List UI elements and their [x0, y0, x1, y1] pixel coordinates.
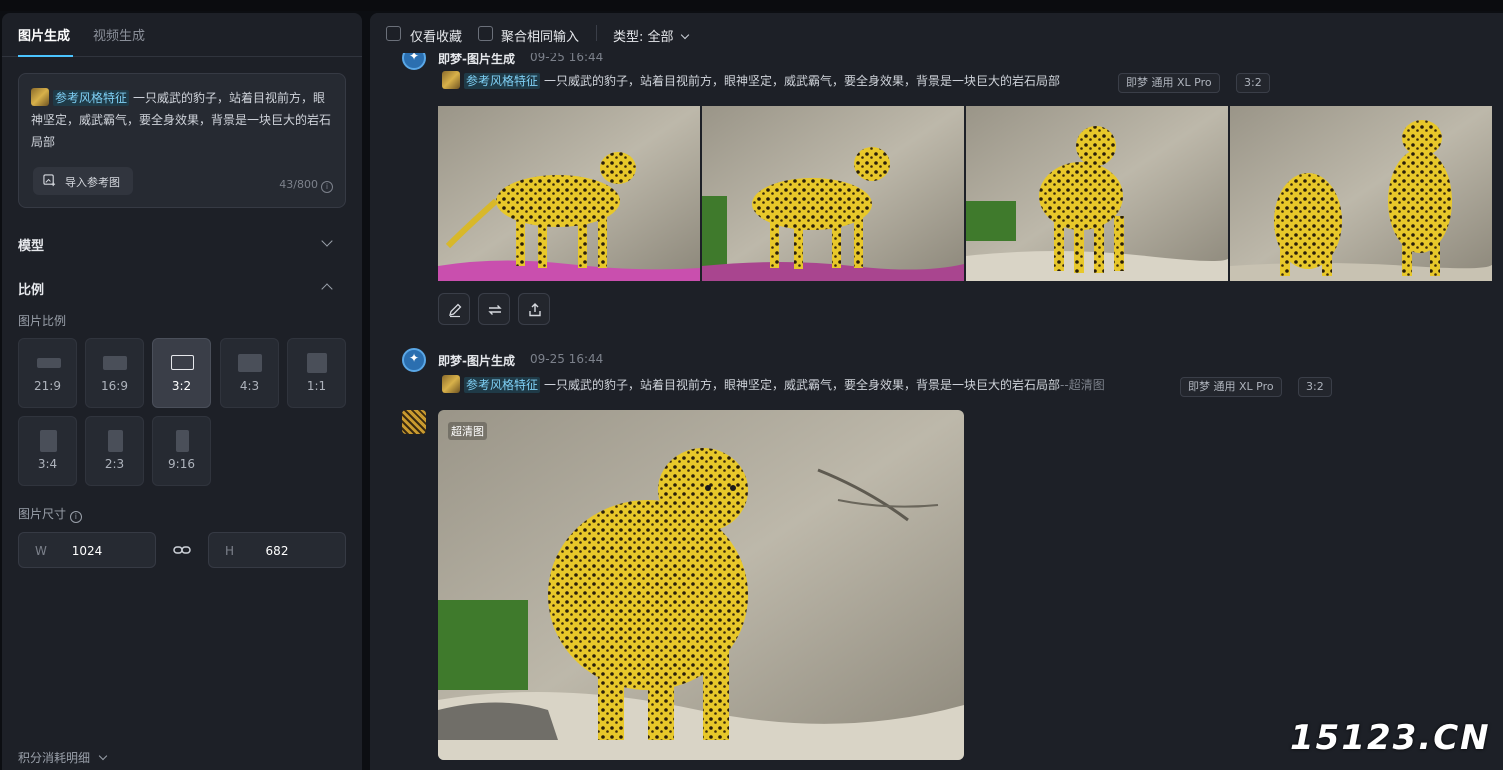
edit-button[interactable] [438, 293, 470, 325]
prompt-suffix: --超清图 [1060, 378, 1105, 392]
ratio-option-3-2[interactable]: 3:2 [152, 338, 211, 408]
generated-image-3[interactable] [966, 106, 1228, 281]
size-title: 图片尺寸 [18, 507, 67, 521]
tab-image-generation[interactable]: 图片生成 [18, 25, 70, 44]
ratio-shape [40, 430, 57, 452]
height-value: 682 [265, 544, 289, 558]
reference-image-thumbnail [442, 71, 460, 89]
link-icon[interactable] [173, 541, 191, 559]
top-strip [0, 0, 1503, 11]
chevron-down-icon[interactable] [321, 235, 333, 247]
ratio-shape [307, 353, 327, 373]
favorites-only-label[interactable]: 仅看收藏 [410, 26, 462, 45]
mode-tabs: 图片生成 视频生成 [2, 13, 362, 57]
ratio-option-16-9[interactable]: 16:9 [85, 338, 144, 408]
ratio-shape [37, 358, 61, 368]
ratio-option-9-16[interactable]: 9:16 [152, 416, 211, 486]
ratio-label: 21:9 [34, 379, 61, 393]
prompt-content: 一只威武的豹子，站着目视前方，眼神坚定，威武霸气，要全身效果，背景是一块巨大的岩… [544, 378, 1061, 392]
jimeng-avatar-icon [402, 348, 426, 372]
merge-inputs-checkbox[interactable] [478, 26, 493, 41]
generation-name: 即梦-图片生成 [438, 354, 515, 368]
generated-image-1[interactable] [438, 106, 700, 281]
filter-bar: 仅看收藏 聚合相同输入 类型: 全部 [370, 13, 1503, 53]
ratio-shape [176, 430, 189, 452]
size-sublabel: 图片尺寸 i [18, 505, 82, 523]
ratio-badge: 3:2 [1236, 73, 1270, 93]
site-watermark: 15123.CN [1290, 718, 1491, 758]
repeat-icon [488, 305, 502, 315]
import-reference-button[interactable]: 导入参考图 [33, 167, 133, 195]
reference-image-thumbnail [31, 88, 49, 106]
result-feed: 仅看收藏 聚合相同输入 类型: 全部 即梦-图片生成 09-25 16:44 参… [370, 13, 1503, 770]
ratio-option-1-1[interactable]: 1:1 [287, 338, 346, 408]
merge-inputs-label[interactable]: 聚合相同输入 [501, 26, 579, 45]
regenerate-button[interactable] [478, 293, 510, 325]
type-filter-label: 类型: 全部 [613, 30, 674, 45]
ratio-shape [171, 355, 194, 370]
chevron-down-icon [680, 30, 689, 40]
reference-image-thumbnail [442, 375, 460, 393]
info-icon[interactable]: i [69, 511, 82, 523]
height-input[interactable]: H 682 [208, 532, 346, 568]
active-tab-indicator [18, 55, 73, 57]
ratio-option-2-3[interactable]: 2:3 [85, 416, 144, 486]
credits-label: 积分消耗明细 [18, 751, 91, 765]
ratio-badge: 3:2 [1298, 377, 1332, 397]
divider [596, 25, 597, 41]
generated-image-2[interactable] [702, 106, 964, 281]
ratio-sublabel: 图片比例 [18, 314, 67, 328]
image-add-icon [43, 174, 56, 187]
ratio-shape [238, 354, 262, 372]
model-section-title[interactable]: 模型 [18, 235, 44, 254]
ratio-label: 9:16 [168, 457, 195, 471]
reference-tag: 参考风格特征 [464, 73, 541, 89]
ratio-shape [103, 356, 127, 370]
generation-prompt[interactable]: 参考风格特征 一只威武的豹子，站着目视前方，眼神坚定，威武霸气，要全身效果，背景是… [442, 71, 1060, 89]
ratio-section-title[interactable]: 比例 [18, 279, 44, 298]
ratio-shape [108, 430, 123, 452]
share-button[interactable] [518, 293, 550, 325]
width-input[interactable]: W 1024 [18, 532, 156, 568]
upload-icon [529, 303, 541, 317]
credits-detail-toggle[interactable]: 积分消耗明细 [18, 749, 108, 766]
model-badge: 即梦 通用 XL Pro [1118, 73, 1220, 93]
ratio-label: 16:9 [101, 379, 128, 393]
pencil-icon [449, 303, 462, 318]
chevron-down-icon [98, 751, 108, 761]
sidebar: 图片生成 视频生成 参考风格特征 一只威武的豹子，站着目视前方，眼神坚定，威武霸气… [2, 13, 362, 770]
favorites-only-checkbox[interactable] [386, 26, 401, 41]
tab-video-generation[interactable]: 视频生成 [93, 25, 145, 44]
hd-image-tag: 超清图 [448, 422, 487, 440]
generation-prompt[interactable]: 参考风格特征 一只威武的豹子，站着目视前方，眼神坚定，威武霸气，要全身效果，背景是… [442, 375, 1105, 393]
ratio-label: 2:3 [104, 457, 125, 471]
ratio-option-4-3[interactable]: 4:3 [220, 338, 279, 408]
import-reference-label: 导入参考图 [65, 176, 120, 189]
ratio-option-3-4[interactable]: 3:4 [18, 416, 77, 486]
type-filter-dropdown[interactable]: 类型: 全部 [613, 26, 689, 45]
generated-hd-image[interactable]: 超清图 [438, 410, 964, 760]
reference-tag[interactable]: 参考风格特征 [53, 90, 130, 106]
reference-tag: 参考风格特征 [464, 377, 541, 393]
prompt-input[interactable]: 参考风格特征 一只威武的豹子，站着目视前方，眼神坚定，威武霸气，要全身效果，背景是… [18, 73, 346, 208]
char-counter: 43/800 i [279, 178, 333, 193]
chevron-up-icon[interactable] [321, 283, 333, 295]
ratio-label: 1:1 [306, 379, 327, 393]
source-image-thumbnail[interactable] [402, 410, 426, 434]
char-counter-value: 43/800 [279, 178, 318, 191]
ratio-label: 3:4 [37, 457, 58, 471]
model-badge: 即梦 通用 XL Pro [1180, 377, 1282, 397]
ratio-label: 4:3 [239, 379, 260, 393]
prompt-content: 一只威武的豹子，站着目视前方，眼神坚定，威武霸气，要全身效果，背景是一块巨大的岩… [544, 74, 1061, 88]
ratio-label: 3:2 [171, 379, 192, 393]
ratio-option-21-9[interactable]: 21:9 [18, 338, 77, 408]
info-icon[interactable]: i [321, 181, 333, 193]
width-value: 1024 [71, 544, 103, 558]
prompt-text[interactable]: 参考风格特征 一只威武的豹子，站着目视前方，眼神坚定，威武霸气，要全身效果，背景是… [31, 87, 331, 153]
generated-image-4[interactable] [1230, 106, 1492, 281]
generation-time: 09-25 16:44 [530, 352, 604, 366]
